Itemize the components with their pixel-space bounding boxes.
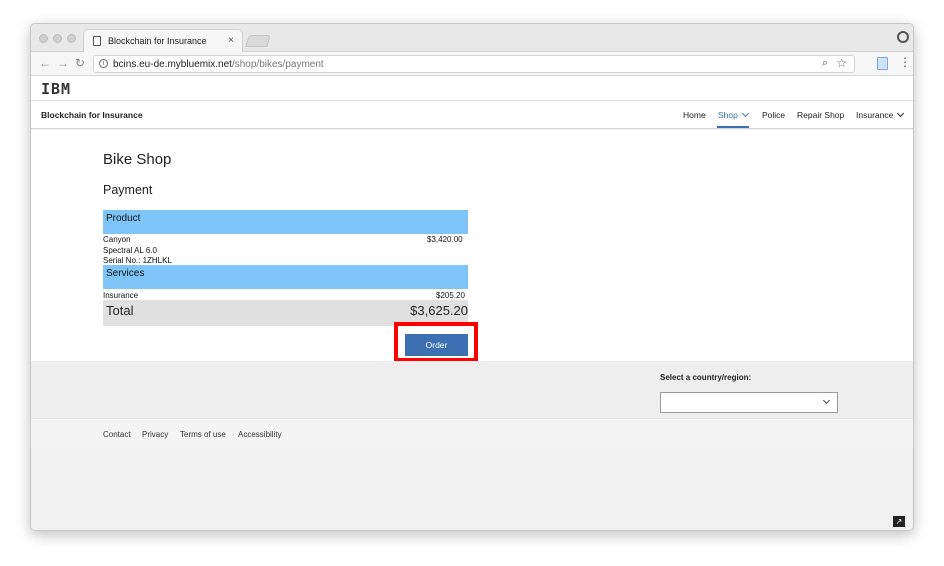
country-select[interactable] [660, 392, 838, 413]
ibm-logo[interactable]: IBM [41, 80, 71, 98]
nav-insurance[interactable]: Insurance [856, 109, 905, 120]
window-minimize-button[interactable] [53, 34, 62, 43]
browser-tab[interactable]: Blockchain for Insurance × [83, 29, 243, 53]
footer-link-accessibility[interactable]: Accessibility [238, 430, 282, 439]
browser-menu-icon[interactable]: ⋮ [899, 55, 911, 69]
url-text: bcins.eu-de.mybluemix.net/shop/bikes/pay… [113, 59, 324, 70]
chevron-down-icon [897, 109, 905, 118]
nav-repair-shop[interactable]: Repair Shop [797, 110, 844, 120]
masthead: Blockchain for Insurance Home Shop Polic… [31, 101, 913, 129]
nav-police[interactable]: Police [762, 110, 785, 120]
services-section-header: Services [103, 265, 468, 289]
product-details: Canyon Spectral AL 6.0 Serial No.: 1ZHLK… [103, 235, 172, 267]
footer-links: Contact Privacy Terms of use Accessibili… [31, 418, 913, 448]
url-host: bcins.eu-de.mybluemix.net [113, 59, 232, 70]
title-bar: Blockchain for Insurance × [31, 24, 913, 53]
nav-shop[interactable]: Shop [718, 109, 749, 120]
extension-icon[interactable] [877, 57, 888, 70]
document-icon [93, 36, 101, 46]
page-viewport: IBM Blockchain for Insurance Home Shop P… [31, 77, 913, 530]
footer-link-contact[interactable]: Contact [103, 430, 131, 439]
forward-icon[interactable]: → [57, 56, 69, 70]
product-model: Spectral AL 6.0 [103, 245, 157, 255]
reload-icon[interactable]: ↻ [75, 56, 85, 70]
account-icon[interactable] [897, 31, 909, 43]
url-path: /shop/bikes/payment [231, 59, 324, 70]
window-zoom-button[interactable] [67, 34, 76, 43]
window-close-button[interactable] [39, 34, 48, 43]
bookmark-star-icon[interactable]: ☆ [836, 56, 847, 70]
tab-title: Blockchain for Insurance [108, 36, 207, 46]
product-section-header: Product [103, 210, 468, 234]
total-label: Total [106, 303, 134, 318]
info-icon[interactable]: i [99, 59, 108, 68]
service-price: $205.20 [436, 291, 465, 300]
zoom-icon[interactable]: ⌕ [822, 57, 828, 70]
chevron-down-icon [822, 396, 831, 405]
nav-home[interactable]: Home [683, 110, 706, 120]
country-footer: Select a country/region: [31, 361, 913, 418]
footer-link-terms[interactable]: Terms of use [180, 430, 226, 439]
back-icon[interactable]: ← [39, 56, 51, 70]
url-field[interactable]: i bcins.eu-de.mybluemix.net/shop/bikes/p… [93, 55, 855, 73]
external-link-icon[interactable]: ↗ [893, 516, 905, 527]
ibm-bar: IBM [31, 77, 913, 101]
product-brand: Canyon [103, 235, 131, 244]
product-price: $3,420.00 [427, 235, 463, 244]
nav-shop-label: Shop [718, 110, 738, 120]
active-nav-indicator [717, 126, 749, 128]
tab-close-icon[interactable]: × [228, 35, 234, 46]
browser-window: Blockchain for Insurance × ← → ↻ i bcins… [30, 23, 914, 531]
nav-insurance-label: Insurance [856, 110, 894, 120]
main-content: Bike Shop Payment Product Canyon Spectra… [31, 130, 913, 362]
page-title: Bike Shop [103, 151, 172, 168]
country-label: Select a country/region: [660, 373, 752, 382]
chevron-down-icon [741, 109, 749, 118]
address-bar: ← → ↻ i bcins.eu-de.mybluemix.net/shop/b… [31, 52, 913, 76]
site-brand[interactable]: Blockchain for Insurance [41, 110, 143, 120]
total-value: $3,625.20 [410, 303, 468, 318]
footer-link-privacy[interactable]: Privacy [142, 430, 168, 439]
new-tab-button[interactable] [245, 35, 271, 47]
service-name: Insurance [103, 291, 139, 300]
page-subtitle: Payment [103, 183, 153, 197]
order-button[interactable]: Order [405, 334, 468, 356]
